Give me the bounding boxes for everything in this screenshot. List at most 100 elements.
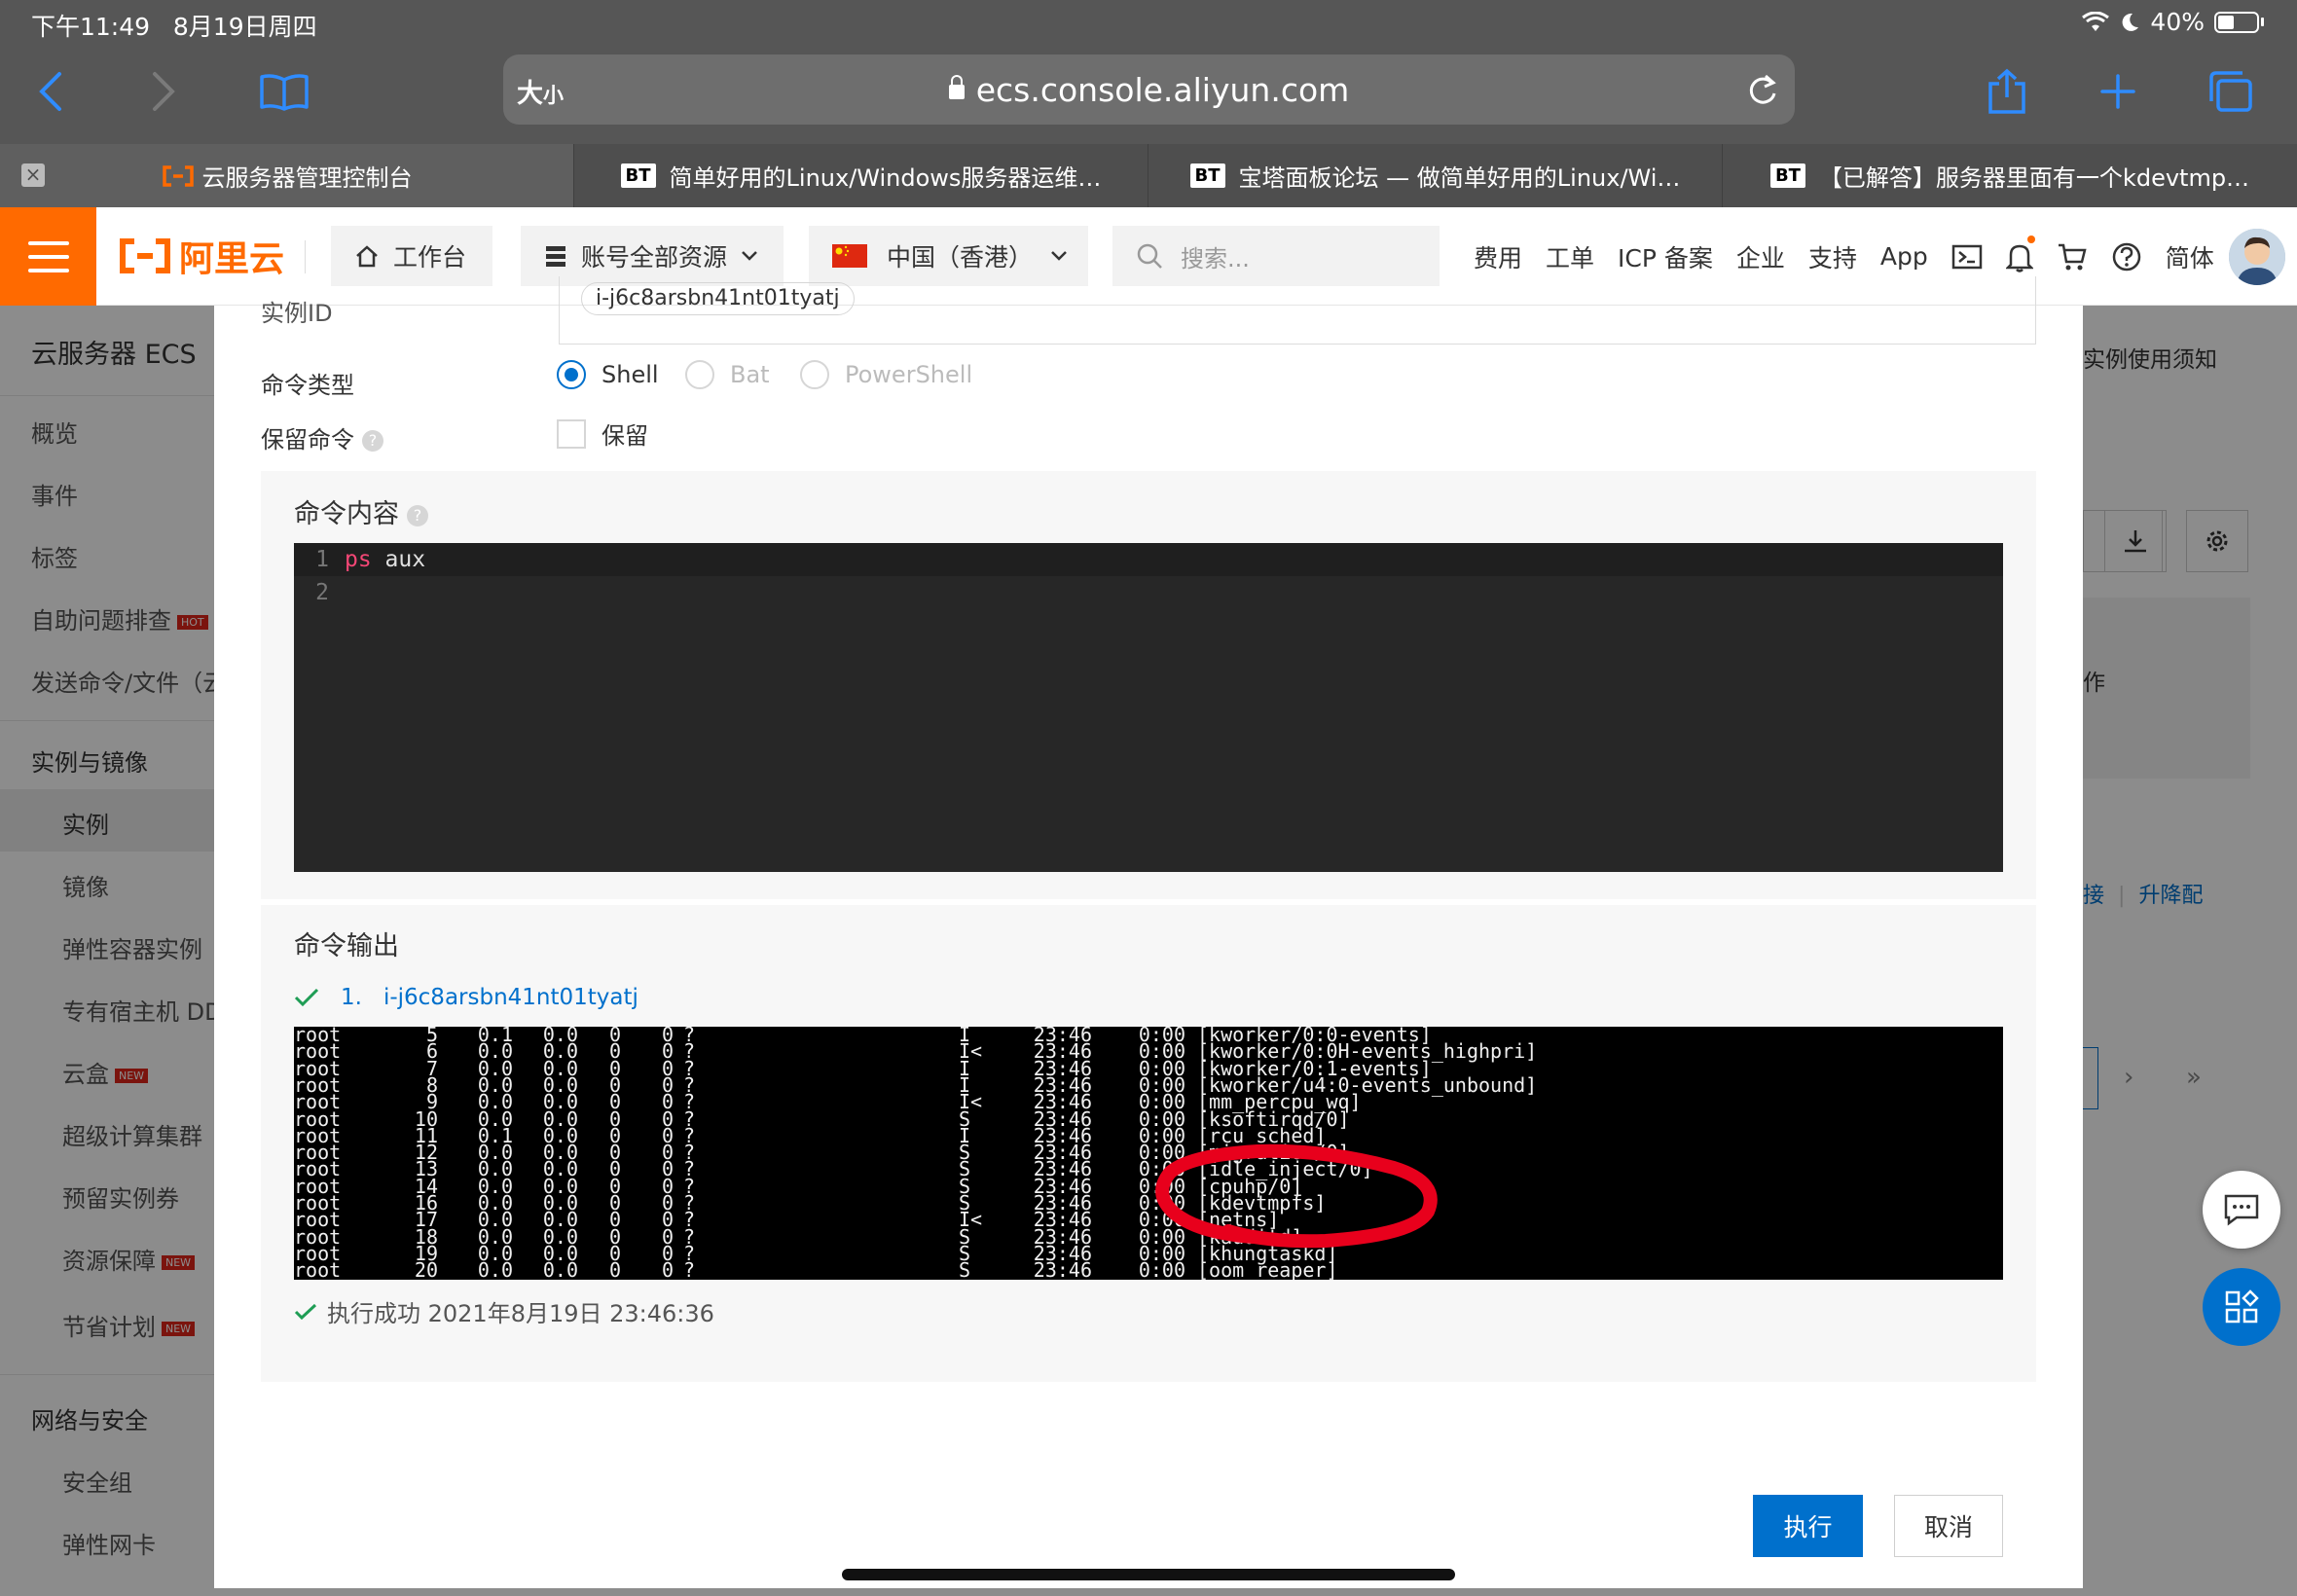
cart-icon xyxy=(2058,243,2087,270)
share-button[interactable] xyxy=(1976,60,2038,123)
radio-shell[interactable]: Shell xyxy=(557,360,659,389)
instance-id-label: 实例ID xyxy=(261,300,333,327)
radio-powershell[interactable]: PowerShell xyxy=(800,360,972,389)
chevron-down-icon xyxy=(1051,251,1067,261)
reload-button[interactable] xyxy=(1746,72,1779,111)
code-line: 2 xyxy=(294,576,345,609)
radio-dot xyxy=(557,360,586,389)
forward-button[interactable] xyxy=(132,60,195,123)
hamburger-icon xyxy=(27,240,69,272)
resource-label: 账号全部资源 xyxy=(581,243,728,272)
cart-button[interactable] xyxy=(2057,242,2088,272)
output-instance-row[interactable]: 1. i-j6c8arsbn41nt01tyatj xyxy=(294,981,638,1014)
close-tab-button[interactable]: × xyxy=(21,163,45,187)
battery-percent: 40% xyxy=(2150,8,2205,36)
wifi-icon xyxy=(2082,11,2110,31)
aliyun-logo[interactable]: 阿里云 xyxy=(119,236,284,279)
status-clock: 下午11:49 xyxy=(31,13,151,41)
command-content-panel: 命令内容? 1 ps aux 2 xyxy=(261,471,2036,899)
logo-divider xyxy=(305,240,306,273)
red-annotation-stroke xyxy=(1155,1143,1438,1249)
keep-command-text: 保留命令 xyxy=(261,426,354,453)
browser-chrome: 下午11:49 8月19日周四 40% 大小 ecs.console.aliyu… xyxy=(0,0,2297,207)
radio-bat[interactable]: Bat xyxy=(685,360,770,389)
output-index: 1. xyxy=(341,985,362,1010)
tab-label: 【已解答】服务器里面有一个kdevtmp… xyxy=(1818,164,2250,192)
chat-support-button[interactable] xyxy=(2203,1171,2280,1249)
link-app[interactable]: App xyxy=(1880,242,1928,271)
tab-bt-answered[interactable]: BT 【已解答】服务器里面有一个kdevtmp… xyxy=(1723,144,2297,207)
new-tab-button[interactable] xyxy=(2087,60,2149,123)
address-bar[interactable]: 大小 ecs.console.aliyun.com xyxy=(503,54,1795,125)
tab-strip: × 云服务器管理控制台 BT 简单好用的Linux/Windows服务器运维… … xyxy=(0,144,2297,207)
battery-nub xyxy=(2261,18,2264,26)
moon-icon xyxy=(2123,13,2139,31)
workbench-button[interactable]: 工作台 xyxy=(331,226,492,286)
chat-icon xyxy=(2224,1194,2259,1226)
radio-label: PowerShell xyxy=(845,361,973,388)
status-indicators: 40% xyxy=(2082,8,2264,36)
url-text: ecs.console.aliyun.com xyxy=(975,71,1350,109)
check-icon xyxy=(294,1303,317,1320)
execution-status: 执行成功 2021年8月19日 23:46:36 xyxy=(294,1294,714,1328)
stack-icon xyxy=(546,246,565,267)
chevron-down-icon xyxy=(742,251,757,261)
cloud-shell-button[interactable] xyxy=(1951,244,1983,270)
tab-label: 云服务器管理控制台 xyxy=(201,164,413,192)
browser-toolbar: 大小 ecs.console.aliyun.com xyxy=(0,47,2297,144)
hamburger-menu-button[interactable] xyxy=(0,207,96,306)
region-label: 中国（香港） xyxy=(887,243,1034,272)
plus-icon xyxy=(2100,74,2135,109)
question-circle-icon xyxy=(2112,242,2141,271)
line-number: 1 xyxy=(315,547,329,572)
workbench-label: 工作台 xyxy=(393,243,467,272)
tab-bt-ops[interactable]: BT 简单好用的Linux/Windows服务器运维… xyxy=(574,144,1148,207)
checkbox-box xyxy=(557,418,586,449)
link-billing[interactable]: 费用 xyxy=(1474,239,1522,274)
code-args: aux xyxy=(371,547,426,572)
run-button[interactable]: 执行 xyxy=(1753,1495,1863,1557)
code-line: 1 ps aux xyxy=(294,543,425,576)
keep-command-label: 保留命令? xyxy=(261,420,383,454)
help-icon[interactable]: ? xyxy=(362,430,383,452)
share-icon xyxy=(1988,68,2025,114)
tab-bt-forum[interactable]: BT 宝塔面板论坛 — 做简单好用的Linux/Wi… xyxy=(1148,144,1723,207)
status-date: 8月19日周四 xyxy=(172,13,317,41)
instance-tag[interactable]: i-j6c8arsbn41nt01tyatj xyxy=(581,282,855,315)
radio-label: Bat xyxy=(730,361,770,388)
link-support[interactable]: 支持 xyxy=(1808,239,1857,274)
status-time: 下午11:49 8月19日周四 xyxy=(31,8,317,43)
bookmarks-button[interactable] xyxy=(253,60,315,123)
tab-overview-button[interactable] xyxy=(2200,60,2262,123)
tab-label: 宝塔面板论坛 — 做简单好用的Linux/Wi… xyxy=(1238,164,1681,192)
home-icon xyxy=(356,245,378,268)
send-command-dialog: 实例ID i-j6c8arsbn41nt01tyatj 命令类型 Shell B… xyxy=(214,276,2083,1588)
home-indicator xyxy=(842,1569,1455,1580)
user-avatar[interactable] xyxy=(2229,229,2285,285)
red-annotation-circle xyxy=(1155,1143,1438,1249)
chevron-left-icon xyxy=(39,72,61,111)
chevron-right-icon xyxy=(153,72,175,111)
link-enterprise[interactable]: 企业 xyxy=(1736,239,1785,274)
logo-text: 阿里云 xyxy=(179,239,285,279)
link-tickets[interactable]: 工单 xyxy=(1546,239,1594,274)
notifications-button[interactable] xyxy=(2005,235,2035,272)
tab-aliyun-console[interactable]: × 云服务器管理控制台 xyxy=(0,144,574,207)
radio-dot xyxy=(685,360,714,389)
grid-icon xyxy=(2225,1289,2259,1324)
quick-tools-button[interactable] xyxy=(2203,1268,2280,1346)
back-button[interactable] xyxy=(19,60,82,123)
avatar-icon xyxy=(2229,229,2285,285)
language-switch[interactable]: 简体 xyxy=(2166,239,2214,274)
help-icon[interactable]: ? xyxy=(407,504,428,526)
bt-favicon: BT xyxy=(1769,163,1805,188)
keep-command-checkbox[interactable]: 保留 xyxy=(557,417,648,451)
radio-dot xyxy=(800,360,829,389)
help-button[interactable] xyxy=(2111,241,2142,272)
url-display[interactable]: ecs.console.aliyun.com xyxy=(503,71,1795,109)
instance-id-field[interactable]: i-j6c8arsbn41nt01tyatj xyxy=(559,276,2036,345)
code-editor[interactable]: 1 ps aux 2 xyxy=(294,543,2003,872)
cancel-button[interactable]: 取消 xyxy=(1894,1495,2003,1557)
bt-favicon: BT xyxy=(1189,163,1225,188)
link-icp[interactable]: ICP 备案 xyxy=(1618,239,1713,274)
